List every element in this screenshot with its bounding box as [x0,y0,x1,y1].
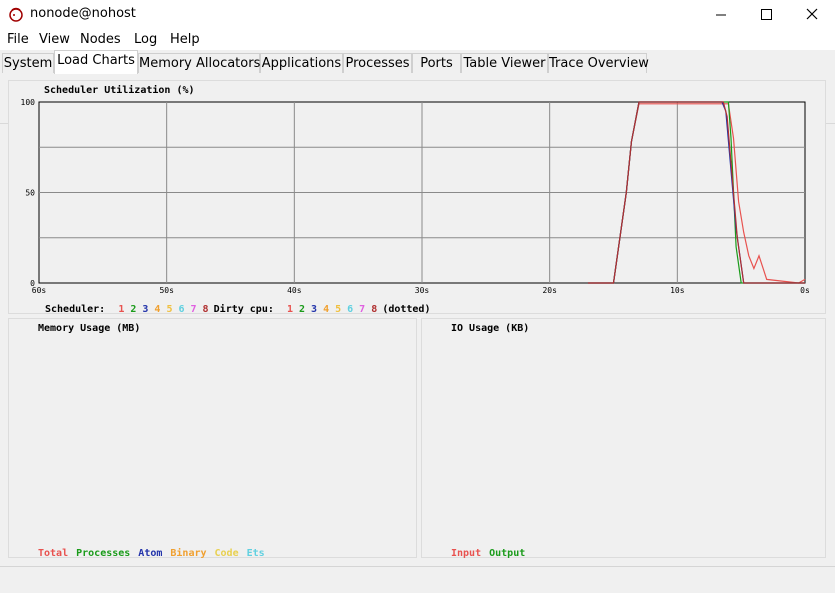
scheduler-chart-y-tick: 0 [30,279,35,288]
memory-legend-binary: Binary [170,548,207,559]
io-panel [421,318,826,558]
dirty-cpu-legend-label: Dirty cpu: [213,304,274,315]
memory-title: Memory Usage (MB) [38,323,141,334]
dirty-cpu-legend-item-5: 5 [335,304,342,315]
memory-legend-code: Code [214,548,239,559]
memory-legend-total: Total [38,548,69,559]
dotted-label: (dotted) [382,304,431,315]
scheduler-legend-item-7: 7 [190,304,197,315]
scheduler-legend-items: 12345678 [110,297,213,316]
io-legend-output: Output [489,548,526,559]
status-bar [0,566,835,593]
dirty-cpu-legend-item-7: 7 [359,304,366,315]
dirty-cpu-legend-item-4: 4 [323,304,330,315]
scheduler-legend: Scheduler: 12345678 Dirty cpu: 12345678 … [45,297,430,316]
scheduler-legend-label: Scheduler: [45,304,106,315]
scheduler-legend-item-5: 5 [166,304,173,315]
scheduler-chart-x-tick: 40s [287,286,302,295]
dirty-cpu-legend-item-3: 3 [311,304,318,315]
memory-legend: Total Processes Atom Binary Code Ets [38,541,273,560]
scheduler-chart-x-tick: 10s [670,286,685,295]
dirty-cpu-legend-items: 12345678 [279,297,382,316]
scheduler-legend-item-6: 6 [178,304,185,315]
scheduler-chart-x-tick: 50s [159,286,174,295]
scheduler-chart-x-tick: 0s [800,286,810,295]
scheduler-legend-item-3: 3 [142,304,149,315]
memory-legend-ets: Ets [246,548,265,559]
io-legend-input: Input [451,548,482,559]
scheduler-legend-item-8: 8 [202,304,209,315]
scheduler-chart-x-tick: 20s [542,286,557,295]
io-legend: Input Output [451,541,533,560]
scheduler-chart-x-tick: 30s [415,286,430,295]
dirty-cpu-legend-item-2: 2 [299,304,306,315]
tab-load-charts[interactable]: Load Charts [54,50,138,74]
scheduler-legend-item-1: 1 [118,304,125,315]
scheduler-legend-item-2: 2 [130,304,137,315]
dirty-cpu-legend-item-1: 1 [286,304,293,315]
scheduler-chart-y-tick: 50 [25,189,35,198]
memory-panel [8,318,417,558]
memory-legend-processes: Processes [76,548,131,559]
memory-legend-atom: Atom [138,548,163,559]
dirty-cpu-legend-item-6: 6 [347,304,354,315]
scheduler-legend-item-4: 4 [154,304,161,315]
scheduler-chart-y-tick: 100 [21,98,36,107]
io-title: IO Usage (KB) [451,323,530,334]
